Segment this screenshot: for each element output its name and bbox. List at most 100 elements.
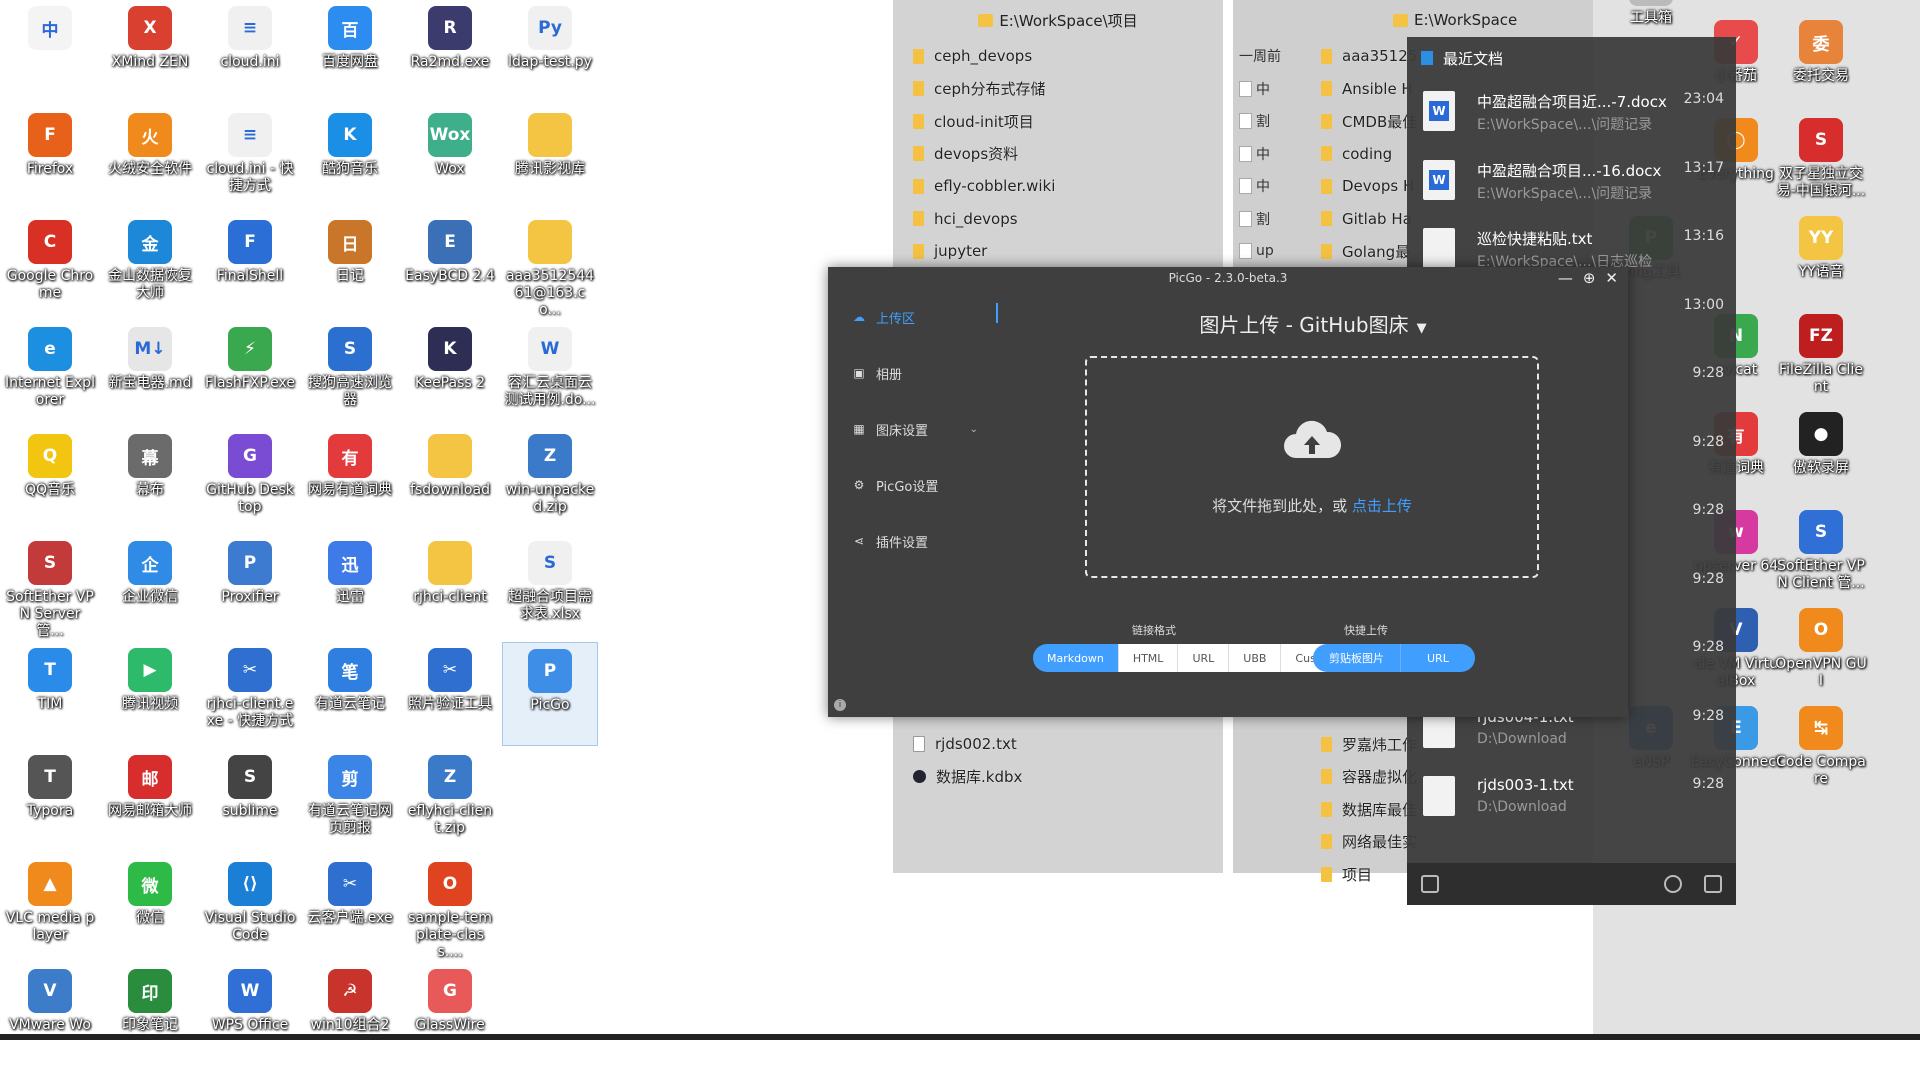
- desktop-icon[interactable]: F FinalShell: [202, 214, 298, 318]
- desktop-icon[interactable]: S 双子星独立交易-中国银河...: [1773, 112, 1869, 216]
- desktop-icon[interactable]: Zwin-unpacked.zip: [502, 428, 598, 532]
- desktop-icon[interactable]: W WPS Office: [202, 963, 298, 1067]
- desktop-icon[interactable]: 金金山数据恢复大师: [102, 214, 198, 318]
- desktop-icon[interactable]: 企企业微信: [102, 535, 198, 639]
- format-url[interactable]: URL: [1178, 644, 1230, 672]
- desktop-icon[interactable]: M↓ 新宝电器.md: [102, 321, 198, 425]
- desktop-icon[interactable]: ≡ cloud.ini: [202, 0, 298, 104]
- desktop-icon[interactable]: e Internet Explorer: [2, 321, 98, 425]
- click-upload-link[interactable]: 点击上传: [1352, 497, 1412, 515]
- explorer-row[interactable]: jupyter: [893, 235, 1223, 268]
- desktop-icon[interactable]: Py ldap-test.py: [502, 0, 598, 104]
- desktop-icon[interactable]: fsdownload: [402, 428, 498, 532]
- desktop-icon[interactable]: G GlassWire: [402, 963, 498, 1067]
- desktop-icon[interactable]: 邮网易邮箱大师: [102, 749, 198, 853]
- explorer-row[interactable]: rjds002.txt: [893, 728, 1223, 761]
- desktop-icon[interactable]: ▶ 腾讯视频: [102, 642, 198, 746]
- desktop-icon[interactable]: T TIM: [2, 642, 98, 746]
- desktop-icon[interactable]: ✂ 云客户端.exe: [302, 856, 398, 960]
- desktop-icon[interactable]: ⚡ FlashFXP.exe: [202, 321, 298, 425]
- desktop-icon[interactable]: Osample-template-class....: [402, 856, 498, 960]
- desktop-icon[interactable]: 幕幕布: [102, 428, 198, 532]
- desktop-icon[interactable]: S SoftEther VPN Server 管...: [2, 535, 98, 639]
- desktop-icon[interactable]: 火火绒安全软件: [102, 107, 198, 211]
- desktop-icon[interactable]: 日日记: [302, 214, 398, 318]
- info-icon[interactable]: i: [834, 699, 846, 711]
- desktop-icon[interactable]: O OpenVPN GUI: [1773, 602, 1869, 706]
- desktop-icon[interactable]: K KeePass 2: [402, 321, 498, 425]
- format-html[interactable]: HTML: [1118, 644, 1179, 672]
- desktop-icon[interactable]: FZ FileZilla Client: [1773, 308, 1869, 412]
- desktop-icon[interactable]: 剪有道云笔记网页剪报: [302, 749, 398, 853]
- desktop-icon[interactable]: YY YY语音: [1773, 210, 1869, 314]
- desktop-icon[interactable]: X XMind ZEN: [102, 0, 198, 104]
- desktop-icon[interactable]: 笔有道云笔记: [302, 642, 398, 746]
- desktop-icon[interactable]: Ssublime: [202, 749, 298, 853]
- pin-icon[interactable]: ⊕: [1583, 269, 1596, 287]
- explorer-row[interactable]: ceph分布式存储: [893, 73, 1223, 106]
- format-ubb[interactable]: UBB: [1229, 644, 1282, 672]
- search-icon[interactable]: [1664, 875, 1682, 893]
- close-icon[interactable]: ✕: [1605, 269, 1618, 287]
- nav-upload[interactable]: ☁ 上传区: [828, 289, 998, 345]
- desktop-icon[interactable]: ≡ cloud.ini - 快捷方式: [202, 107, 298, 211]
- explorer-row[interactable]: ceph_devops: [893, 40, 1223, 73]
- desktop-icon[interactable]: T Typora: [2, 749, 98, 853]
- nav-picbed-settings[interactable]: ▦ 图床设置 ⌄: [828, 401, 998, 457]
- recent-item[interactable]: 中盈超融合项目...-16.docx E:\WorkSpace\...\问题记录 1…: [1407, 148, 1736, 217]
- desktop-icon[interactable]: 印印象笔记: [102, 963, 198, 1067]
- desktop-icon[interactable]: P Proxifier: [202, 535, 298, 639]
- desktop-icon[interactable]: aaa3512544 61@163.co...: [502, 214, 598, 318]
- desktop-icon[interactable]: ⟨⟩ Visual Studio Code: [202, 856, 298, 960]
- explorer-left-row[interactable]: 一周前: [1233, 40, 1288, 73]
- desktop-icon[interactable]: 微微信: [102, 856, 198, 960]
- desktop-icon[interactable]: C Google Chrome: [2, 214, 98, 318]
- desktop-icon[interactable]: S 搜狗高速浏览器: [302, 321, 398, 425]
- message-icon[interactable]: [1704, 875, 1722, 893]
- nav-plugin-settings[interactable]: ⋖ 插件设置: [828, 513, 998, 569]
- explorer-row[interactable]: 数据库.kdbx: [893, 761, 1223, 794]
- desktop-icon[interactable]: 有网易有道词典: [302, 428, 398, 532]
- desktop-icon[interactable]: F Firefox: [2, 107, 98, 211]
- recent-item[interactable]: rjds003-1.txt D:\Download 9:28: [1407, 764, 1736, 833]
- explorer-row[interactable]: efly-cobbler.wiki: [893, 170, 1223, 203]
- url-upload-button[interactable]: URL: [1401, 644, 1475, 672]
- recent-item[interactable]: 中盈超融合项目近...-7.docx E:\WorkSpace\...\问题记录 2…: [1407, 79, 1736, 148]
- explorer-row[interactable]: cloud-init项目: [893, 105, 1223, 138]
- desktop-icon[interactable]: 腾讯影视库: [502, 107, 598, 211]
- desktop-icon[interactable]: 中: [2, 0, 98, 104]
- desktop-icon[interactable]: G GitHub Desktop: [202, 428, 298, 532]
- desktop-icon[interactable]: ✂ 照片验证工具: [402, 642, 498, 746]
- clipboard-upload-button[interactable]: 剪贴板图片: [1313, 644, 1401, 672]
- desktop-icon[interactable]: Wox Wox: [402, 107, 498, 211]
- minimize-icon[interactable]: —: [1558, 269, 1573, 287]
- upload-dropzone[interactable]: 将文件拖到此处，或 点击上传: [1085, 356, 1539, 578]
- desktop-icon[interactable]: ▲ VLC media player: [2, 856, 98, 960]
- desktop-icon[interactable]: R Ra2md.exe: [402, 0, 498, 104]
- desktop-icon[interactable]: P PicGo: [502, 642, 598, 746]
- explorer-left-row[interactable]: 中: [1233, 170, 1288, 203]
- desktop-icon[interactable]: 委委托交易: [1773, 14, 1869, 118]
- nav-picgo-settings[interactable]: ⚙ PicGo设置: [828, 457, 998, 513]
- desktop-icon[interactable]: W 容汇云桌面云测试用例.do...: [502, 321, 598, 425]
- explorer-row[interactable]: hci_devops: [893, 203, 1223, 236]
- desktop-icon[interactable]: Q QQ音乐: [2, 428, 98, 532]
- explorer-left-row[interactable]: 割: [1233, 105, 1288, 138]
- format-markdown[interactable]: Markdown: [1033, 644, 1119, 672]
- explorer-left-row[interactable]: 割: [1233, 203, 1288, 236]
- desktop-icon[interactable]: Zeflyhci-client.zip: [402, 749, 498, 853]
- nav-gallery[interactable]: ▣ 相册: [828, 345, 998, 401]
- desktop-icon[interactable]: ● 傲软录屏: [1773, 406, 1869, 510]
- desktop-icon[interactable]: rjhci-client: [402, 535, 498, 639]
- desktop-icon[interactable]: ↹ Code Compare: [1773, 700, 1869, 804]
- desktop-icon[interactable]: S 超融合项目需求表.xlsx: [502, 535, 598, 639]
- desktop-icon[interactable]: S SoftEther VPN Client 管...: [1773, 504, 1869, 608]
- desktop-icon[interactable]: E EasyBCD 2.4: [402, 214, 498, 318]
- explorer-left-row[interactable]: up: [1233, 235, 1288, 268]
- explorer-left-row[interactable]: 中: [1233, 138, 1288, 171]
- explorer-left-row[interactable]: 中: [1233, 73, 1288, 106]
- desktop-icon[interactable]: 迅迅雷: [302, 535, 398, 639]
- desktop-icon[interactable]: V VMware Wo: [2, 963, 98, 1067]
- desktop-icon[interactable]: K 酷狗音乐: [302, 107, 398, 211]
- user-icon[interactable]: [1421, 875, 1439, 893]
